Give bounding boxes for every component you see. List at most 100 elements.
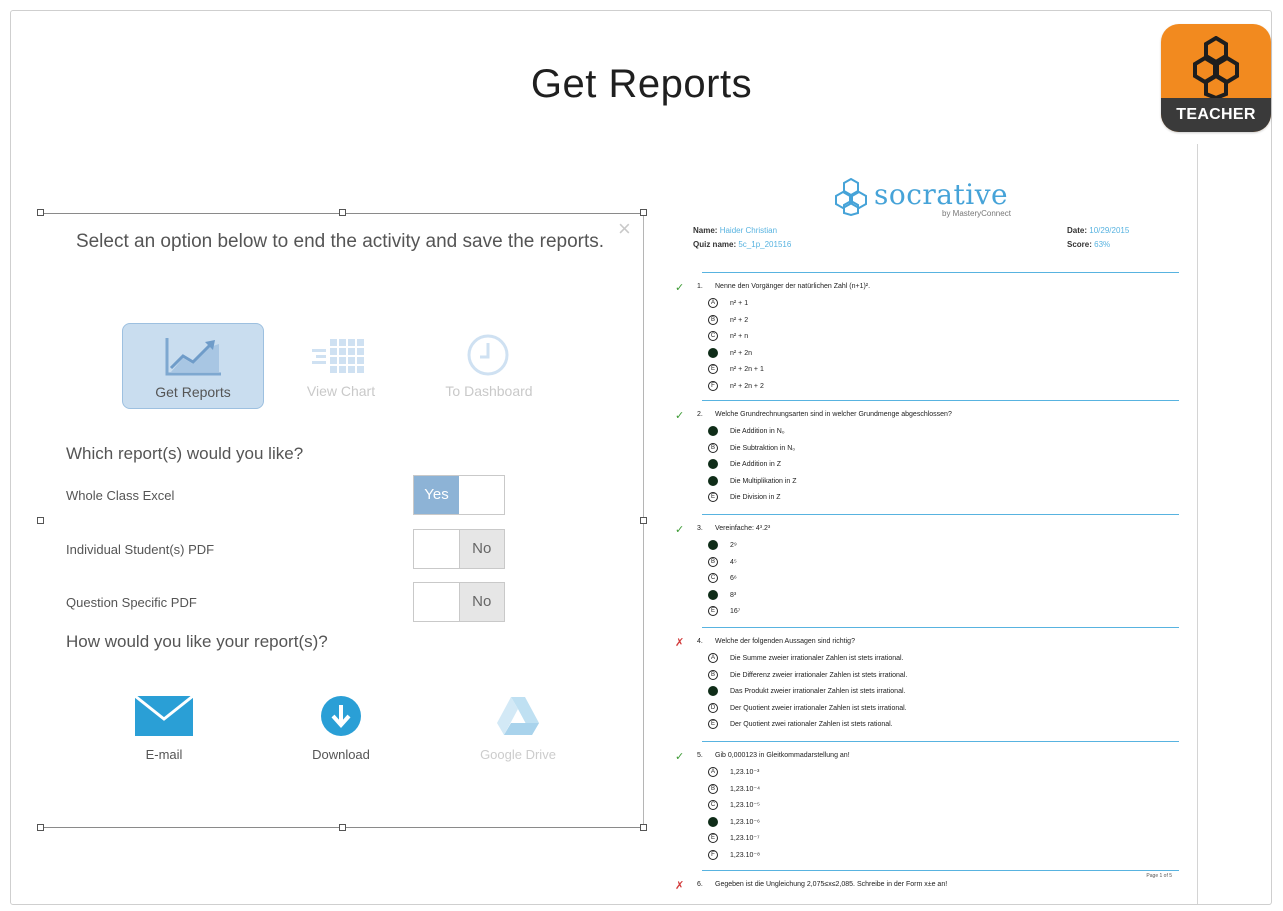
- question-divider: [702, 741, 1179, 742]
- view-chart-button[interactable]: View Chart: [270, 323, 412, 409]
- download-button[interactable]: Download: [281, 695, 401, 762]
- resize-handle[interactable]: [640, 209, 647, 216]
- incorrect-x-icon: ✗: [675, 880, 685, 892]
- email-button[interactable]: E-mail: [104, 695, 224, 762]
- answer-text: Die Addition in N₀: [730, 428, 785, 435]
- question-number: 6.: [697, 881, 703, 888]
- filled-bubble-icon: [708, 347, 718, 358]
- to-dashboard-label: To Dashboard: [445, 383, 533, 399]
- answer-option: B Die Differenz zweier irrationaler Zahle…: [708, 669, 907, 682]
- answer-option: B 4⁵: [708, 556, 737, 569]
- resize-handle[interactable]: [640, 824, 647, 831]
- grid-chart-icon: [312, 339, 364, 373]
- which-reports-heading: Which report(s) would you like?: [66, 444, 304, 463]
- get-reports-label: Get Reports: [155, 384, 231, 400]
- download-label: Download: [312, 747, 370, 762]
- question-specific-pdf-label: Question Specific PDF: [66, 595, 197, 610]
- email-label: E-mail: [145, 747, 183, 762]
- get-reports-button[interactable]: Get Reports: [122, 323, 264, 409]
- dialog-prompt: Select an option below to end the activi…: [75, 231, 605, 252]
- answer-option: F 1,23.10⁻⁸: [708, 849, 760, 862]
- toggle-state: No: [458, 530, 504, 568]
- answer-option: Cn² + n: [708, 331, 748, 343]
- answer-letter-bubble: E: [708, 364, 718, 375]
- filled-bubble-icon: [708, 540, 718, 551]
- page-footer: Page 1 of 5: [1146, 873, 1172, 879]
- answer-letter-bubble: E: [708, 719, 718, 730]
- resize-handle[interactable]: [339, 209, 346, 216]
- answer-letter-bubble: B: [708, 442, 718, 453]
- report-preview: socrative by MasteryConnect Name: Haider…: [660, 160, 1190, 905]
- answer-letter-bubble: A: [708, 298, 718, 309]
- answer-option: Das Produkt zweier irrationaler Zahlen i…: [708, 686, 905, 698]
- resize-handle[interactable]: [37, 517, 44, 524]
- google-drive-button[interactable]: Google Drive: [458, 695, 578, 762]
- correct-check-icon: ✓: [675, 282, 685, 294]
- question-divider: [702, 514, 1179, 515]
- answer-option: E 16⁷: [708, 606, 740, 618]
- question-divider: [702, 627, 1179, 628]
- filled-bubble-icon: [708, 475, 718, 486]
- answer-text: 16⁷: [730, 608, 741, 615]
- toggle-knob: [414, 583, 459, 621]
- question-text: 4. Welche der folgenden Aussagen sind ric…: [697, 638, 855, 645]
- resize-handle[interactable]: [37, 824, 44, 831]
- filled-bubble-icon: [708, 686, 718, 697]
- teacher-label: TEACHER: [1161, 98, 1271, 132]
- answer-letter-bubble: F: [708, 849, 718, 860]
- answer-option: 1,23.10⁻⁶: [708, 816, 760, 829]
- answer-option: En² + 2n + 1: [708, 364, 764, 376]
- answer-text: 1,23.10⁻⁶: [730, 818, 760, 826]
- answer-letter-bubble: B: [708, 669, 718, 680]
- answer-option: An² + 1: [708, 298, 748, 310]
- brand-wordmark: socrative: [874, 178, 1009, 211]
- answer-option: 8³: [708, 589, 736, 602]
- slide-divider: [1197, 144, 1198, 904]
- resize-handle[interactable]: [339, 824, 346, 831]
- whole-class-excel-toggle[interactable]: Yes: [413, 475, 505, 515]
- incorrect-x-icon: ✗: [675, 637, 685, 649]
- how-reports-heading: How would you like your report(s)?: [66, 632, 328, 651]
- individual-student-pdf-toggle[interactable]: No: [413, 529, 505, 569]
- google-drive-icon: [497, 697, 539, 735]
- answer-letter-bubble: E: [708, 606, 718, 617]
- toggle-knob: [414, 530, 459, 568]
- answer-option: 2⁹: [708, 540, 737, 552]
- answer-text: 1,23.10⁻⁵: [730, 802, 760, 809]
- question-prompt: Welche der folgenden Aussagen sind richt…: [715, 638, 855, 645]
- answer-option: Die Multiplikation in Z: [708, 475, 797, 488]
- question-text: 6. Gegeben ist die Ungleichung 2,075≤x≤2,…: [697, 881, 947, 888]
- answer-option: Die Addition in N₀: [708, 426, 785, 438]
- answer-text: n² + 2n + 1: [730, 366, 764, 373]
- date-value: 10/29/2015: [1089, 226, 1130, 235]
- score-label: Score:: [1067, 240, 1092, 249]
- question-divider: [702, 870, 1179, 871]
- answer-text: n² + n: [730, 333, 749, 340]
- answer-text: n² + 2: [730, 316, 749, 324]
- question-divider: [702, 272, 1179, 273]
- question-specific-pdf-toggle[interactable]: No: [413, 582, 505, 622]
- answer-letter-bubble: C: [708, 573, 718, 584]
- socrative-teacher-app-icon: TEACHER: [1161, 24, 1271, 132]
- answer-letter-bubble: D: [708, 702, 718, 713]
- resize-handle[interactable]: [37, 209, 44, 216]
- envelope-icon: [134, 695, 194, 736]
- answer-option: E 1,23.10⁻⁷: [708, 833, 760, 845]
- answer-text: 1,23.10⁻³: [730, 769, 760, 776]
- answer-text: Die Division in Z: [730, 494, 781, 501]
- hexagon-logo-icon: [835, 177, 867, 217]
- question-number: 1.: [697, 283, 703, 290]
- slide-title: Get Reports: [530, 62, 753, 106]
- quiz-value: 5c_1p_201516: [738, 240, 792, 249]
- resize-handle[interactable]: [640, 517, 647, 524]
- question-text: 1. Nenne den Vorgänger der natürlichen Za…: [697, 283, 870, 290]
- answer-option: Die Addition in Z: [708, 459, 781, 471]
- question-prompt: Welche Grundrechnungsarten sind in welch…: [715, 411, 952, 418]
- question-prompt: Nenne den Vorgänger der natürlichen Zahl…: [715, 283, 871, 290]
- correct-check-icon: ✓: [675, 524, 685, 536]
- close-icon[interactable]: ×: [618, 218, 631, 240]
- answer-letter-bubble: B: [708, 314, 718, 325]
- quiz-label: Quiz name:: [693, 240, 737, 249]
- to-dashboard-button[interactable]: To Dashboard: [418, 323, 560, 409]
- answer-letter-bubble: E: [708, 833, 718, 844]
